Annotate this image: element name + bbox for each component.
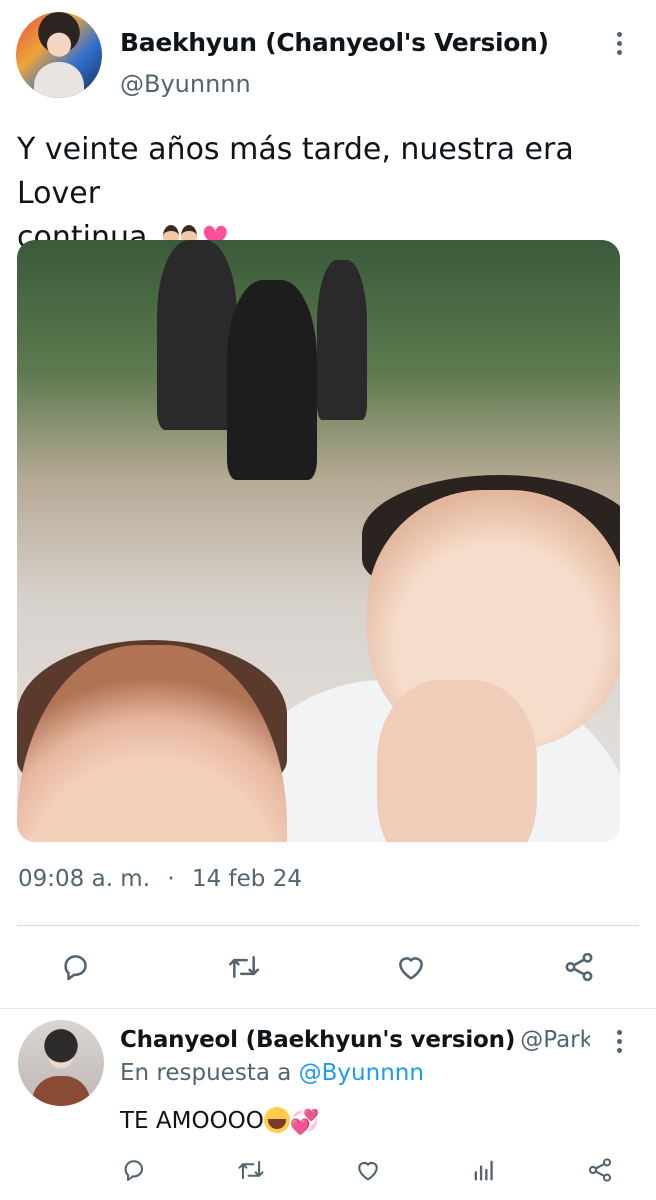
loudly-crying-emoji-icon — [263, 1107, 290, 1133]
reply-heart-icon[interactable] — [354, 1156, 382, 1184]
reply-text: TE AMOOOO 💞 — [120, 1107, 320, 1136]
reply-more-options-icon[interactable] — [617, 1030, 623, 1057]
user-handle[interactable]: @Byunnnn — [120, 70, 251, 98]
tweet-date: 14 feb 24 — [191, 866, 302, 892]
more-options-icon[interactable] — [617, 32, 623, 59]
tweet-timestamp[interactable]: 09:08 a. m. · 14 feb 24 — [18, 866, 302, 892]
meta-separator: · — [167, 866, 175, 892]
tweet-text-line-1: Y veinte años más tarde, nuestra era Lov… — [17, 132, 574, 211]
reply-avatar[interactable] — [18, 1020, 104, 1106]
reply-retweet-icon[interactable] — [236, 1156, 266, 1184]
tweet-photo[interactable] — [17, 240, 620, 842]
two-hearts-emoji-icon: 💞 — [289, 1108, 320, 1136]
display-name[interactable]: Baekhyun (Chanyeol's Version) — [120, 28, 549, 57]
section-divider — [0, 1008, 656, 1009]
replying-to-prefix: En respuesta a — [120, 1060, 292, 1086]
replying-to-link[interactable]: @Byunnnn — [299, 1060, 424, 1086]
heart-icon[interactable] — [394, 950, 428, 984]
reply-reply-icon[interactable] — [121, 1156, 149, 1184]
reply-user-handle[interactable]: @Park... — [520, 1027, 590, 1053]
share-icon[interactable] — [562, 950, 596, 984]
analytics-icon[interactable] — [470, 1156, 498, 1184]
avatar[interactable] — [16, 12, 102, 98]
reply-share-icon[interactable] — [586, 1156, 614, 1184]
reply-header: Chanyeol (Baekhyun's version) @Park... — [120, 1027, 590, 1053]
replying-to: En respuesta a @Byunnnn — [120, 1060, 424, 1086]
divider — [17, 925, 639, 926]
reply-icon[interactable] — [60, 950, 94, 984]
reply-text-words: TE AMOOOO — [120, 1108, 264, 1134]
retweet-icon[interactable] — [226, 950, 262, 984]
reply-display-name[interactable]: Chanyeol (Baekhyun's version) — [120, 1027, 515, 1053]
tweet-time: 09:08 a. m. — [18, 866, 151, 892]
